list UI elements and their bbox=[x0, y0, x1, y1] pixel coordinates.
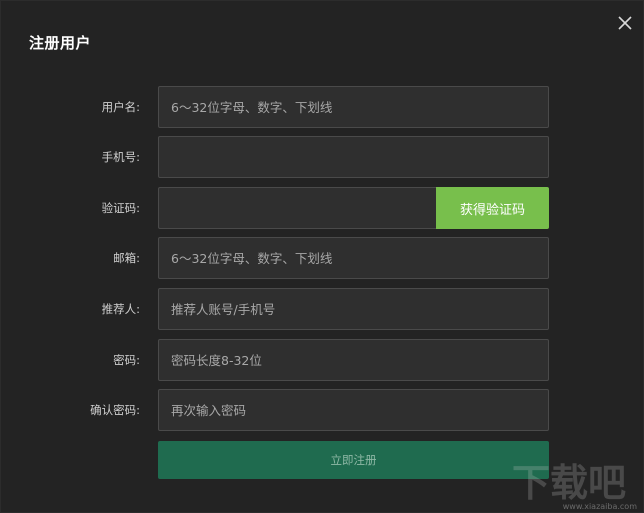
referrer-label: 推荐人: bbox=[101, 302, 140, 316]
code-input[interactable] bbox=[158, 187, 437, 229]
register-dialog: 注册用户 用户名: 手机号: 验证码: 获得验证码 邮箱: 推荐人: 密码: 确 bbox=[0, 0, 644, 513]
confirm-password-row: 确认密码: bbox=[1, 389, 644, 431]
username-label: 用户名: bbox=[101, 100, 140, 114]
watermark-url: www.xiazaiba.com bbox=[562, 502, 637, 511]
code-label: 验证码: bbox=[101, 201, 140, 215]
confirm-password-input[interactable] bbox=[158, 389, 549, 431]
referrer-row: 推荐人: bbox=[1, 288, 644, 330]
username-input[interactable] bbox=[158, 86, 549, 128]
code-row: 验证码: 获得验证码 bbox=[1, 187, 644, 229]
watermark-logo: 下载吧 bbox=[512, 461, 626, 505]
password-label: 密码: bbox=[113, 353, 140, 367]
get-code-button[interactable]: 获得验证码 bbox=[436, 187, 549, 229]
username-row: 用户名: bbox=[1, 86, 644, 128]
close-icon[interactable] bbox=[616, 14, 634, 32]
confirm-password-label: 确认密码: bbox=[90, 403, 140, 417]
email-row: 邮箱: bbox=[1, 237, 644, 279]
referrer-input[interactable] bbox=[158, 288, 549, 330]
email-label: 邮箱: bbox=[113, 251, 140, 265]
password-input[interactable] bbox=[158, 339, 549, 381]
phone-label: 手机号: bbox=[101, 150, 140, 164]
phone-input[interactable] bbox=[158, 136, 549, 178]
phone-row: 手机号: bbox=[1, 136, 644, 178]
dialog-title: 注册用户 bbox=[29, 34, 92, 52]
register-submit-button[interactable]: 立即注册 bbox=[158, 441, 549, 479]
password-row: 密码: bbox=[1, 339, 644, 381]
email-input[interactable] bbox=[158, 237, 549, 279]
svg-text:下载吧: 下载吧 bbox=[512, 461, 626, 505]
